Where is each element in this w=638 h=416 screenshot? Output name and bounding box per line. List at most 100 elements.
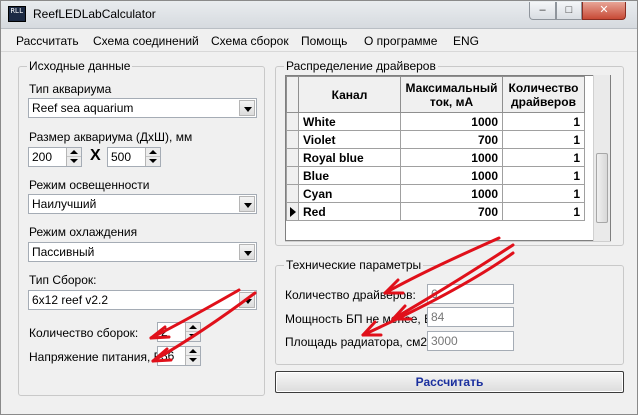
aquarium-length-value: 200 <box>32 150 53 164</box>
psu-power-label: Мощность БП не менее, Вт: <box>285 312 441 326</box>
lighting-mode-select[interactable]: Наилучший <box>28 194 257 214</box>
cell-max-current[interactable]: 1000 <box>400 166 503 185</box>
menu-assembly-diagram[interactable]: Схема сборок <box>211 34 289 48</box>
aquarium-type-value: Reef sea aquarium <box>32 101 134 115</box>
radiator-area-field[interactable]: 3000 <box>427 331 514 351</box>
cell-channel[interactable]: Violet <box>298 130 401 149</box>
assembly-count-stepper[interactable]: 2 <box>157 322 201 342</box>
drivers-group-title: Распределение драйверов <box>284 59 438 73</box>
aquarium-type-select[interactable]: Reef sea aquarium <box>28 98 257 118</box>
minimize-button[interactable]: – <box>529 2 556 20</box>
row-indicator[interactable] <box>286 184 299 203</box>
table-row[interactable]: Blue 1000 1 <box>286 166 585 185</box>
chevron-down-icon[interactable] <box>239 100 255 116</box>
menu-wiring-diagram[interactable]: Схема соединений <box>93 34 199 48</box>
supply-voltage-value: 36 <box>161 349 175 363</box>
table-row[interactable]: Violet 700 1 <box>286 130 585 149</box>
spin-down-icon[interactable] <box>186 356 200 365</box>
input-data-title: Исходные данные <box>27 59 133 73</box>
cell-max-current[interactable]: 1000 <box>400 112 503 131</box>
drivers-table: Канал Максимальный ток, мА Количество др… <box>286 76 585 221</box>
cell-channel[interactable]: Blue <box>298 166 401 185</box>
row-indicator[interactable] <box>286 166 299 185</box>
table-row[interactable]: White 1000 1 <box>286 112 585 131</box>
app-icon: RLL <box>8 6 26 22</box>
row-indicator[interactable] <box>286 130 299 149</box>
supply-voltage-stepper[interactable]: 36 <box>157 346 201 366</box>
menu-calculate[interactable]: Рассчитать <box>16 34 79 48</box>
close-button[interactable]: ✕ <box>582 2 626 20</box>
lighting-mode-label: Режим освещенности <box>29 178 150 192</box>
calculate-button[interactable]: Рассчитать <box>275 371 624 393</box>
spin-up-icon[interactable] <box>67 148 81 157</box>
menu-bar: Рассчитать Схема соединений Схема сборок… <box>1 30 637 52</box>
chevron-down-icon[interactable] <box>239 244 255 260</box>
column-header-channel[interactable]: Канал <box>298 76 401 113</box>
spin-up-icon[interactable] <box>146 148 160 157</box>
aquarium-length-stepper[interactable]: 200 <box>28 147 82 167</box>
grid-bottom-border <box>285 241 611 242</box>
cell-drivers[interactable]: 1 <box>502 130 585 149</box>
aquarium-type-label: Тип аквариума <box>29 82 112 96</box>
column-header-max-current[interactable]: Максимальный ток, мА <box>400 76 503 113</box>
assembly-count-label: Количество сборок: <box>29 326 139 340</box>
row-indicator-header <box>286 76 299 113</box>
spin-down-icon[interactable] <box>146 157 160 166</box>
cell-drivers[interactable]: 1 <box>502 148 585 167</box>
title-bar[interactable]: RLL ReefLEDLabCalculator – □ ✕ <box>1 1 637 29</box>
cell-max-current[interactable]: 1000 <box>400 148 503 167</box>
supply-voltage-label: Напряжение питания, В: <box>29 350 165 364</box>
drivers-grid[interactable]: Канал Максимальный ток, мА Количество др… <box>285 75 611 241</box>
cell-drivers[interactable]: 1 <box>502 166 585 185</box>
tech-params-title: Технические параметры <box>284 258 424 272</box>
cell-channel[interactable]: Royal blue <box>298 148 401 167</box>
spin-up-icon[interactable] <box>186 323 200 332</box>
aquarium-size-label: Размер аквариума (ДхШ), мм <box>29 130 193 144</box>
aquarium-width-stepper[interactable]: 500 <box>107 147 161 167</box>
cell-channel[interactable]: Cyan <box>298 184 401 203</box>
current-row-pointer-icon <box>290 207 296 217</box>
maximize-button[interactable]: □ <box>556 2 582 20</box>
cell-max-current[interactable]: 700 <box>400 130 503 149</box>
chevron-down-icon[interactable] <box>239 196 255 212</box>
lighting-mode-value: Наилучший <box>32 197 97 211</box>
cell-max-current[interactable]: 1000 <box>400 184 503 203</box>
row-indicator[interactable] <box>286 112 299 131</box>
menu-language[interactable]: ENG <box>453 34 479 48</box>
cell-max-current[interactable]: 700 <box>400 202 503 221</box>
table-row[interactable]: Red 700 1 <box>286 202 585 221</box>
cell-drivers[interactable]: 1 <box>502 202 585 221</box>
assembly-type-value: 6x12 reef v2.2 <box>32 293 109 307</box>
drivers-count-field[interactable]: 6 <box>427 284 514 304</box>
grid-vertical-scrollbar[interactable] <box>593 75 610 241</box>
spin-down-icon[interactable] <box>67 157 81 166</box>
chevron-down-icon[interactable] <box>239 292 255 308</box>
table-row[interactable]: Royal blue 1000 1 <box>286 148 585 167</box>
cooling-mode-value: Пассивный <box>32 245 95 259</box>
menu-about[interactable]: О программе <box>364 34 437 48</box>
window-title: ReefLEDLabCalculator <box>33 7 156 21</box>
row-indicator[interactable] <box>286 202 299 221</box>
cooling-mode-select[interactable]: Пассивный <box>28 242 257 262</box>
assembly-count-value: 2 <box>161 325 168 339</box>
app-window: RLL ReefLEDLabCalculator – □ ✕ Рассчитат… <box>0 0 638 415</box>
radiator-area-label: Площадь радиатора, см2 <box>285 335 428 349</box>
drivers-count-label: Количество драйверов: <box>285 288 416 302</box>
table-row[interactable]: Cyan 1000 1 <box>286 184 585 203</box>
column-header-drivers[interactable]: Количество драйверов <box>502 76 585 113</box>
cell-channel[interactable]: Red <box>298 202 401 221</box>
psu-power-field[interactable]: 84 <box>427 307 514 327</box>
row-indicator[interactable] <box>286 148 299 167</box>
cell-drivers[interactable]: 1 <box>502 112 585 131</box>
cell-drivers[interactable]: 1 <box>502 184 585 203</box>
size-times-sign: X <box>90 147 101 164</box>
cooling-mode-label: Режим охлаждения <box>29 225 138 239</box>
scrollbar-thumb[interactable] <box>596 153 608 223</box>
assembly-type-label: Тип Сборок: <box>29 273 97 287</box>
spin-down-icon[interactable] <box>186 332 200 341</box>
menu-help[interactable]: Помощь <box>301 34 347 48</box>
cell-channel[interactable]: White <box>298 112 401 131</box>
spin-up-icon[interactable] <box>186 347 200 356</box>
assembly-type-select[interactable]: 6x12 reef v2.2 <box>28 290 257 310</box>
aquarium-width-value: 500 <box>111 150 132 164</box>
